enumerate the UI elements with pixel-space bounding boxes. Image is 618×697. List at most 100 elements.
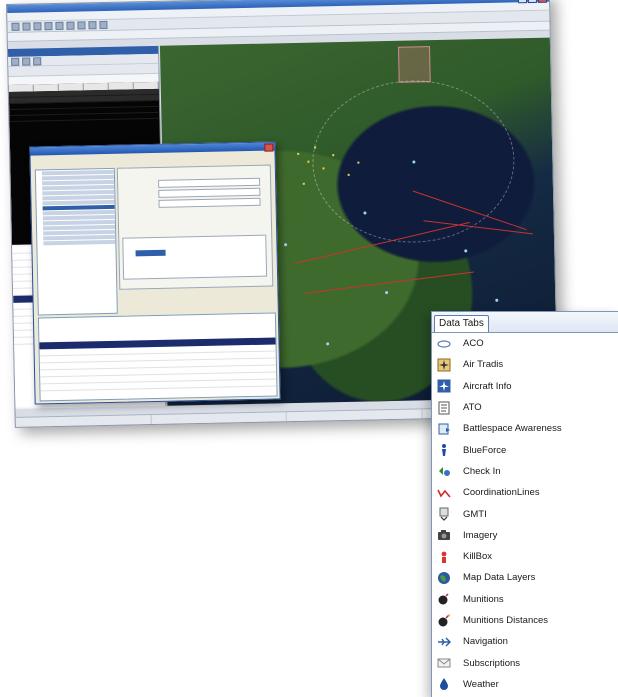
- munitions-distances-icon: [437, 613, 451, 628]
- toolbar-button[interactable]: [66, 21, 75, 30]
- unit-marker[interactable]: [363, 211, 367, 215]
- unit-marker[interactable]: [464, 249, 468, 253]
- data-tab-label: GMTI: [463, 508, 487, 520]
- toolbar-button[interactable]: [44, 22, 53, 31]
- gmti-radar-icon: [437, 507, 451, 521]
- track-marker[interactable]: [332, 154, 335, 157]
- data-tab-item[interactable]: Aircraft Info: [432, 376, 618, 397]
- map-globe-icon: [437, 571, 451, 585]
- data-tab-label: KillBox: [463, 551, 493, 563]
- data-tab-label: Weather: [463, 678, 499, 690]
- tree-item[interactable]: [43, 239, 116, 246]
- toolbar-button[interactable]: [55, 21, 64, 30]
- radio-button[interactable]: [33, 56, 42, 65]
- unit-marker[interactable]: [412, 160, 416, 164]
- data-tabs-tab[interactable]: Data Tabs: [434, 315, 489, 332]
- aircraft-info-icon: [437, 379, 451, 393]
- radio-button[interactable]: [22, 57, 31, 66]
- data-tab-label: Navigation: [463, 636, 508, 648]
- data-tabs-panel: Data Tabs ACO Air Tradis Aircraft Info ATO B…: [431, 311, 618, 697]
- imagery-camera-icon: [437, 528, 451, 542]
- data-tab-item[interactable]: Munitions Distances: [432, 610, 618, 631]
- track-marker[interactable]: [302, 182, 305, 185]
- detail-field[interactable]: [158, 187, 261, 198]
- maximize-button[interactable]: [527, 0, 538, 4]
- navigation-plane-icon: [437, 635, 451, 649]
- track-marker[interactable]: [347, 173, 350, 176]
- status-segment: [286, 409, 423, 422]
- data-tab-item[interactable]: Check In: [432, 461, 618, 482]
- coordination-line: [305, 271, 474, 294]
- data-tab-item[interactable]: ACO: [432, 333, 618, 354]
- data-tab-item[interactable]: Weather: [432, 674, 618, 695]
- data-tab-label: Battlespace Awareness: [463, 423, 562, 435]
- status-segment: [151, 412, 287, 425]
- toolbar-button[interactable]: [22, 22, 31, 31]
- data-tab-item[interactable]: Munitions: [432, 589, 618, 610]
- data-tab-item[interactable]: Air Tradis: [432, 354, 618, 375]
- track-marker[interactable]: [307, 160, 310, 163]
- data-tabs-header: Data Tabs: [432, 312, 618, 333]
- data-tab-label: Map Data Layers: [463, 572, 536, 584]
- data-tab-label: Check In: [463, 465, 501, 477]
- track-marker[interactable]: [314, 146, 317, 149]
- toolbar-button[interactable]: [33, 22, 42, 31]
- dialog-grid: [122, 234, 268, 280]
- map-selection-box: [397, 46, 431, 83]
- data-tab-item[interactable]: Navigation: [432, 631, 618, 652]
- data-tab-label: CoordinationLines: [463, 487, 540, 499]
- ato-document-icon: [437, 401, 451, 415]
- data-tab-item[interactable]: ATO: [432, 397, 618, 418]
- data-tab-item[interactable]: Subscriptions: [432, 652, 618, 673]
- battlespace-icon: [437, 422, 451, 436]
- aco-oval-icon: [437, 337, 451, 351]
- data-tabs-list: ACO Air Tradis Aircraft Info ATO Battlespace…: [432, 333, 618, 695]
- minimize-button[interactable]: [517, 0, 528, 4]
- data-tab-label: Air Tradis: [463, 359, 504, 371]
- track-marker[interactable]: [297, 152, 300, 155]
- data-tab-label: Aircraft Info: [463, 380, 512, 392]
- track-marker[interactable]: [357, 161, 360, 164]
- detail-field[interactable]: [158, 177, 261, 188]
- data-tab-item[interactable]: KillBox: [432, 546, 618, 567]
- dialog-tree-view[interactable]: [34, 167, 118, 316]
- data-tab-item[interactable]: BlueForce: [432, 439, 618, 460]
- data-tab-label: Imagery: [463, 529, 498, 541]
- coordination-lines-icon: [437, 486, 451, 500]
- radio-button[interactable]: [11, 57, 20, 66]
- data-tab-label: ACO: [463, 338, 484, 350]
- data-tab-item[interactable]: Imagery: [432, 525, 618, 546]
- subscriptions-icon: [437, 656, 451, 670]
- toolbar-button[interactable]: [11, 22, 20, 31]
- toolbar-button[interactable]: [88, 21, 97, 30]
- check-in-icon: [437, 464, 451, 478]
- unit-marker[interactable]: [495, 298, 499, 302]
- unit-marker[interactable]: [385, 291, 389, 295]
- pane-tab-bar: [8, 63, 159, 77]
- unit-marker[interactable]: [284, 243, 288, 247]
- munitions-bomb-icon: [437, 592, 451, 606]
- data-tab-item[interactable]: Battlespace Awareness: [432, 418, 618, 439]
- dialog-close-button[interactable]: [264, 143, 274, 152]
- killbox-icon: [437, 550, 451, 564]
- data-tab-label: Munitions Distances: [463, 615, 549, 626]
- data-tab-item[interactable]: CoordinationLines: [432, 482, 618, 503]
- weather-drop-icon: [437, 677, 451, 691]
- unit-marker[interactable]: [326, 342, 330, 346]
- grid-cell-selected[interactable]: [135, 249, 166, 257]
- status-segment: [15, 415, 152, 427]
- toolbar-button[interactable]: [99, 20, 108, 30]
- close-button[interactable]: [537, 0, 548, 3]
- data-tab-label: ATO: [463, 402, 482, 414]
- track-marker[interactable]: [322, 167, 325, 170]
- data-tab-label: Subscriptions: [463, 657, 521, 669]
- aircraft-info-dialog: [29, 141, 281, 405]
- detail-field[interactable]: [158, 197, 261, 208]
- dialog-properties-list: [37, 312, 278, 402]
- aircraft-track-icon: [437, 358, 451, 372]
- blueforce-soldier-icon: [437, 443, 451, 457]
- data-tab-item[interactable]: GMTI: [432, 503, 618, 524]
- toolbar-button[interactable]: [77, 21, 86, 30]
- data-tab-item[interactable]: Map Data Layers: [432, 567, 618, 588]
- data-tab-label: Munitions: [463, 593, 504, 605]
